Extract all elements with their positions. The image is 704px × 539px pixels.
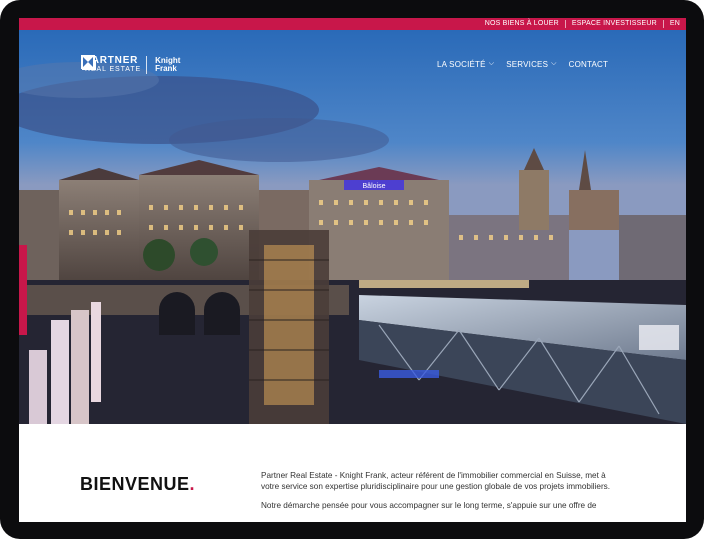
hero-banner: Bâloise PARTNER REAL ESTATE Knight Frank… bbox=[19, 30, 686, 424]
nav-label: LA SOCIÉTÉ bbox=[437, 59, 486, 69]
intro-paragraph: Notre démarche pensée pour vous accompag… bbox=[261, 501, 597, 510]
nav-item-services[interactable]: SERVICES ⌵ bbox=[506, 60, 556, 69]
knight-frank-mark-icon bbox=[81, 55, 95, 69]
main-nav: LA SOCIÉTÉ ⌵ SERVICES ⌵ CONTACT bbox=[437, 57, 620, 71]
chevron-down-icon: ⌵ bbox=[488, 60, 495, 67]
welcome-heading: BIENVENUE. bbox=[80, 474, 195, 495]
welcome-section: BIENVENUE. Partner Real Estate - Knight … bbox=[19, 424, 686, 522]
logo-frank-word: Frank bbox=[155, 64, 177, 73]
hero-cityscape-image: Bâloise bbox=[19, 30, 686, 424]
site-logo[interactable]: PARTNER REAL ESTATE Knight Frank bbox=[81, 55, 180, 75]
top-bar: NOS BIENS À LOUER ESPACE INVESTISSEUR EN bbox=[19, 18, 686, 30]
language-switch[interactable]: EN bbox=[664, 18, 686, 30]
nav-label: CONTACT bbox=[568, 59, 609, 69]
device-frame: NOS BIENS À LOUER ESPACE INVESTISSEUR EN bbox=[0, 0, 704, 539]
welcome-title-dot: . bbox=[189, 474, 196, 494]
nav-item-la-societe[interactable]: LA SOCIÉTÉ ⌵ bbox=[437, 60, 494, 69]
welcome-title: BIENVENUE bbox=[80, 474, 190, 494]
intro-text: Partner Real Estate - Knight Frank, acte… bbox=[261, 470, 621, 519]
nav-item-contact[interactable]: CONTACT bbox=[569, 60, 608, 69]
link-nos-biens[interactable]: NOS BIENS À LOUER bbox=[479, 18, 565, 30]
hero-sign: Bâloise bbox=[363, 183, 386, 190]
chevron-down-icon: ⌵ bbox=[551, 60, 557, 67]
link-espace-investisseur[interactable]: ESPACE INVESTISSEUR bbox=[566, 18, 663, 30]
nav-label: SERVICES bbox=[506, 59, 549, 69]
intro-paragraph: Partner Real Estate - Knight Frank, acte… bbox=[261, 471, 611, 491]
top-bar-nav: NOS BIENS À LOUER ESPACE INVESTISSEUR EN bbox=[479, 18, 686, 30]
browser-viewport: NOS BIENS À LOUER ESPACE INVESTISSEUR EN bbox=[19, 18, 686, 522]
logo-knight-frank-text: Knight Frank bbox=[155, 57, 180, 73]
logo-divider bbox=[146, 56, 148, 74]
